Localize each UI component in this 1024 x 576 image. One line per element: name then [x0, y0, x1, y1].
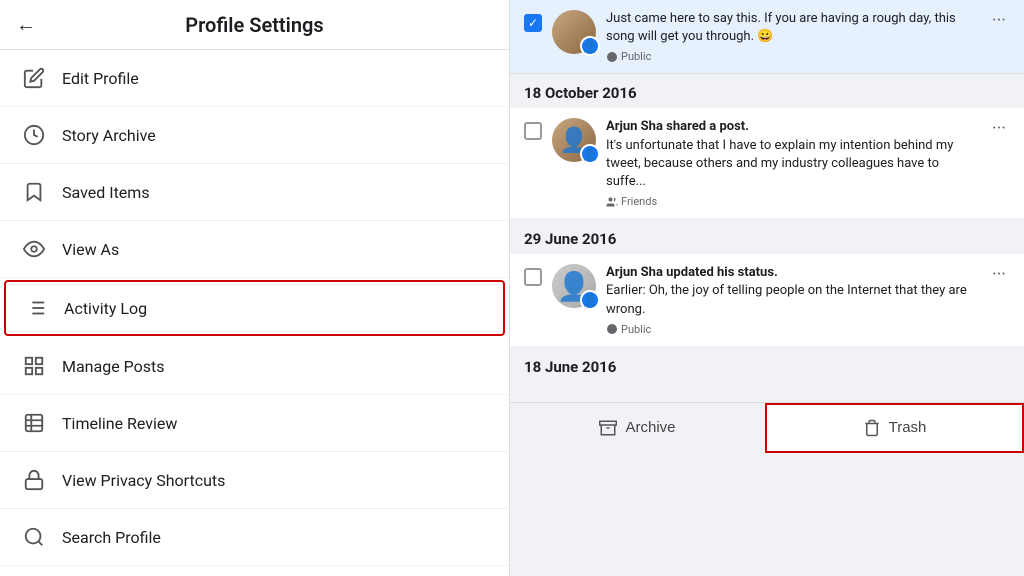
right-panel: ✓ 👤 Just came here to say this. If you a…: [510, 0, 1024, 576]
october-post-checkbox[interactable]: [524, 122, 542, 140]
top-post-content: Just came here to say this. If you are h…: [606, 10, 978, 63]
june29-post-privacy: Public: [606, 323, 978, 336]
menu-label-search-profile: Search Profile: [62, 528, 161, 547]
top-post-text: Just came here to say this. If you are h…: [606, 10, 978, 46]
june29-post-text: Earlier: Oh, the joy of telling people o…: [606, 283, 967, 316]
menu-item-story-archive[interactable]: Story Archive: [0, 107, 509, 164]
post-item-october: 👤 👤 Arjun Sha shared a post. It's unfort…: [510, 108, 1024, 218]
menu-list: Edit Profile Story Archive Saved Items: [0, 50, 509, 576]
eye-icon: [20, 235, 48, 263]
date-header-june18: 18 June 2016: [510, 348, 1024, 382]
menu-item-search-profile[interactable]: Search Profile: [0, 509, 509, 566]
menu-item-activity-log[interactable]: Activity Log: [4, 280, 505, 336]
date-header-june29: 29 June 2016: [510, 220, 1024, 254]
trash-icon: [863, 419, 881, 437]
top-post-checkbox[interactable]: ✓: [524, 14, 542, 32]
menu-item-timeline-review[interactable]: Timeline Review: [0, 395, 509, 452]
june29-post-more[interactable]: ···: [988, 264, 1010, 285]
menu-label-saved-items: Saved Items: [62, 183, 150, 202]
menu-label-timeline-review: Timeline Review: [62, 414, 177, 433]
trash-button[interactable]: Trash: [765, 403, 1024, 453]
menu-label-view-privacy-shortcuts: View Privacy Shortcuts: [62, 471, 225, 490]
date-header-october: 18 October 2016: [510, 74, 1024, 108]
pencil-icon: [20, 64, 48, 92]
june29-post-avatar: 👤 👤: [552, 264, 596, 308]
left-panel: ← Profile Settings Edit Profile Story Ar…: [0, 0, 510, 576]
menu-label-story-archive: Story Archive: [62, 126, 156, 145]
top-post: ✓ 👤 Just came here to say this. If you a…: [510, 0, 1024, 74]
menu-item-saved-items[interactable]: Saved Items: [0, 164, 509, 221]
trash-button-label: Trash: [889, 419, 927, 436]
june29-post-author: Arjun Sha updated his status.: [606, 265, 778, 280]
october-post-author: Arjun Sha shared a post.: [606, 119, 749, 134]
doc-check-icon: [20, 409, 48, 437]
october-post-avatar: 👤 👤: [552, 118, 596, 162]
grid-icon: [20, 352, 48, 380]
october-post-text: It's unfortunate that I have to explain …: [606, 138, 953, 189]
avatar-badge: 👤: [580, 36, 600, 56]
october-post-content: Arjun Sha shared a post. It's unfortunat…: [606, 118, 978, 208]
top-post-privacy: Public: [606, 50, 978, 63]
menu-label-view-as: View As: [62, 240, 119, 259]
archive-icon: [599, 419, 617, 437]
menu-item-view-privacy-shortcuts[interactable]: View Privacy Shortcuts: [0, 452, 509, 509]
search-icon: [20, 523, 48, 551]
clock-icon: [20, 121, 48, 149]
lock-icon: [20, 466, 48, 494]
archive-button[interactable]: Archive: [510, 403, 765, 453]
menu-label-activity-log: Activity Log: [64, 299, 147, 318]
october-post-privacy: Friends: [606, 195, 978, 208]
bookmark-icon: [20, 178, 48, 206]
menu-label-edit-profile: Edit Profile: [62, 69, 139, 88]
june29-avatar-badge: 👤: [580, 290, 600, 310]
top-post-avatar: 👤: [552, 10, 596, 54]
post-item-june29: 👤 👤 Arjun Sha updated his status. Earlie…: [510, 254, 1024, 346]
menu-item-edit-profile[interactable]: Edit Profile: [0, 50, 509, 107]
menu-item-view-as[interactable]: View As: [0, 221, 509, 278]
action-bar: Archive Trash: [510, 402, 1024, 453]
menu-item-manage-posts[interactable]: Manage Posts: [0, 338, 509, 395]
archive-button-label: Archive: [625, 419, 675, 436]
october-avatar-badge: 👤: [580, 144, 600, 164]
june29-post-checkbox[interactable]: [524, 268, 542, 286]
october-post-more[interactable]: ···: [988, 118, 1010, 139]
top-post-more[interactable]: ···: [988, 10, 1010, 31]
menu-label-manage-posts: Manage Posts: [62, 357, 165, 376]
list-icon: [22, 294, 50, 322]
back-button[interactable]: ←: [16, 12, 36, 37]
page-title: Profile Settings: [52, 13, 457, 37]
june29-post-content: Arjun Sha updated his status. Earlier: O…: [606, 264, 978, 336]
header: ← Profile Settings: [0, 0, 509, 50]
